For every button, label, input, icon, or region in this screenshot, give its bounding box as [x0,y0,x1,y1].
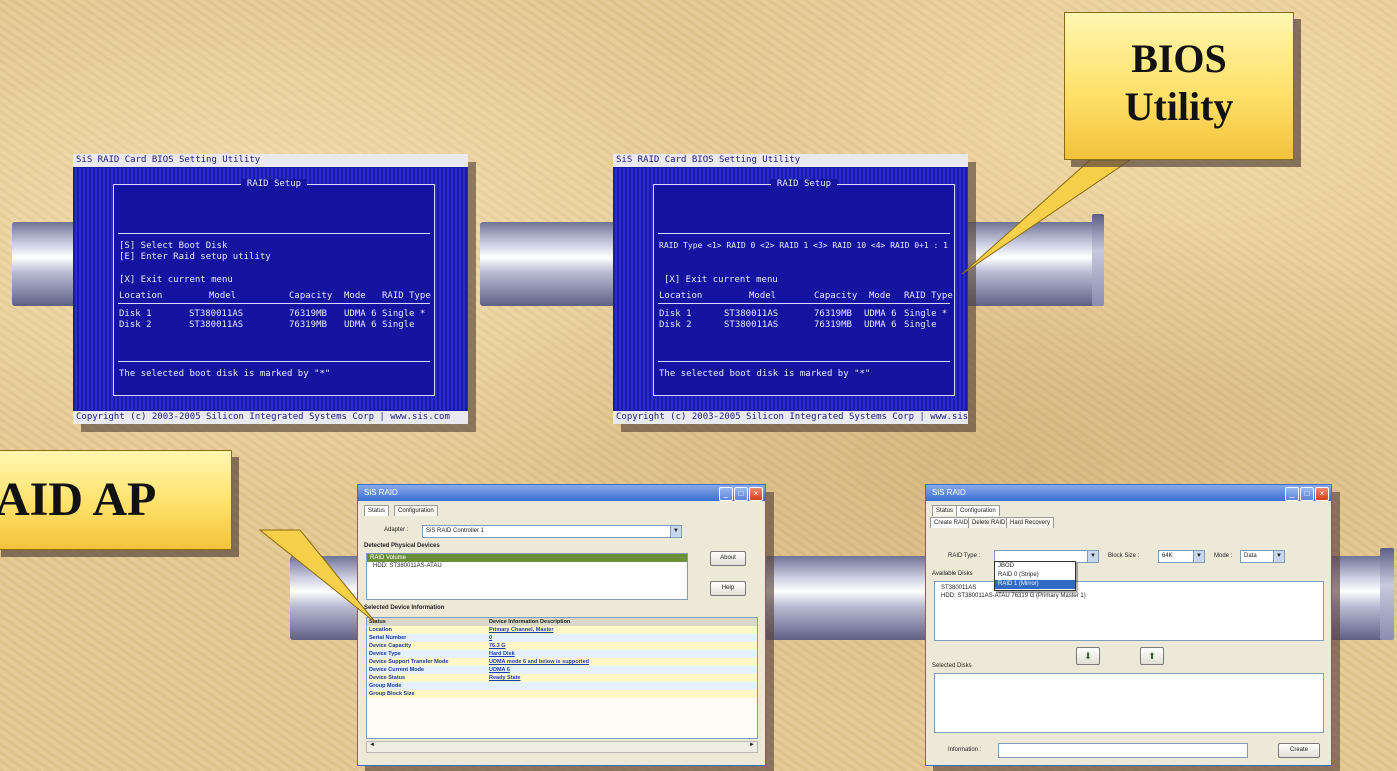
bios-utility-callout: BIOS Utility [1064,12,1294,160]
bios-callout-pointer [961,159,1132,275]
callout-text: AID AP [0,473,157,526]
callout-line-2: Utility [1124,84,1234,129]
callout-line-1: BIOS [1131,36,1227,81]
raid-ap-callout-pointer [258,529,377,624]
raid-ap-callout: AID AP [0,450,232,550]
